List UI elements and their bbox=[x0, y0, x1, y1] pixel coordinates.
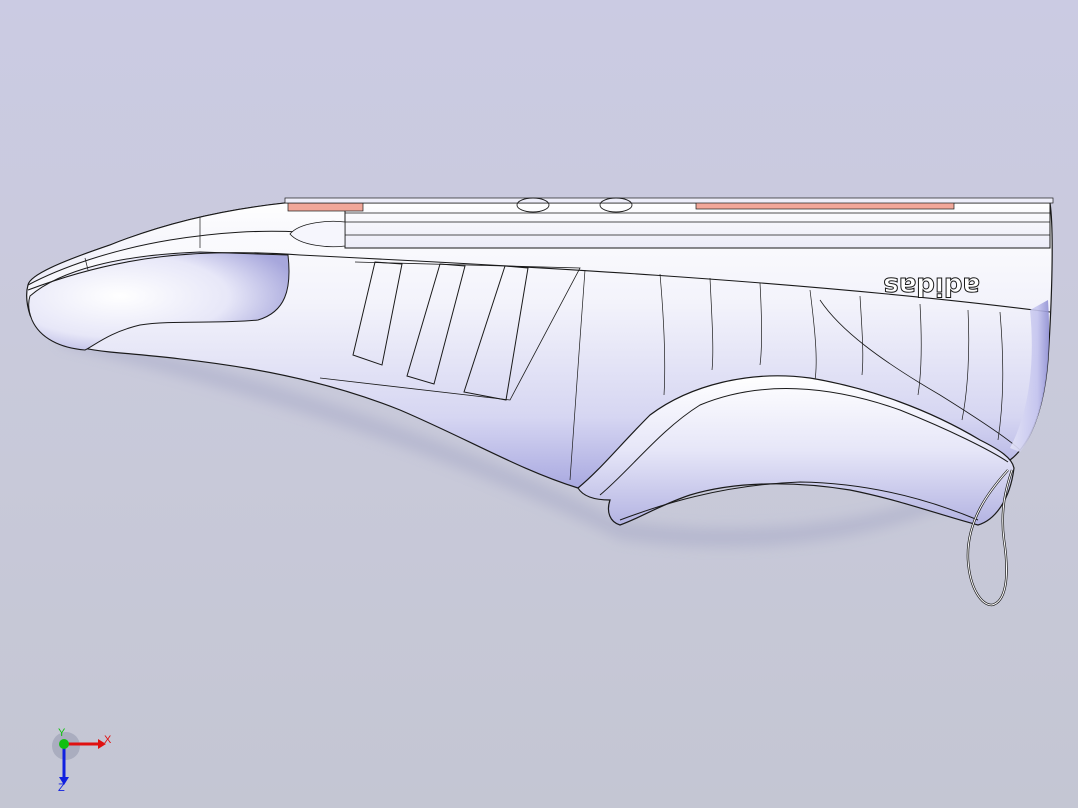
shoe-model[interactable]: adidas bbox=[0, 0, 1078, 808]
accent-strip-front bbox=[287, 202, 364, 212]
brand-logo-text: adidas bbox=[883, 271, 980, 301]
x-axis-label: X bbox=[104, 734, 112, 746]
y-axis-label: Y bbox=[58, 727, 66, 739]
top-edge bbox=[284, 197, 1054, 204]
graphics-viewport[interactable]: adidas X Y Z bbox=[0, 0, 1078, 808]
coordinate-triad[interactable]: X Y Z bbox=[40, 722, 120, 792]
y-axis-dot bbox=[59, 739, 69, 749]
top-rail bbox=[344, 202, 1051, 249]
z-axis-label: Z bbox=[58, 782, 65, 792]
